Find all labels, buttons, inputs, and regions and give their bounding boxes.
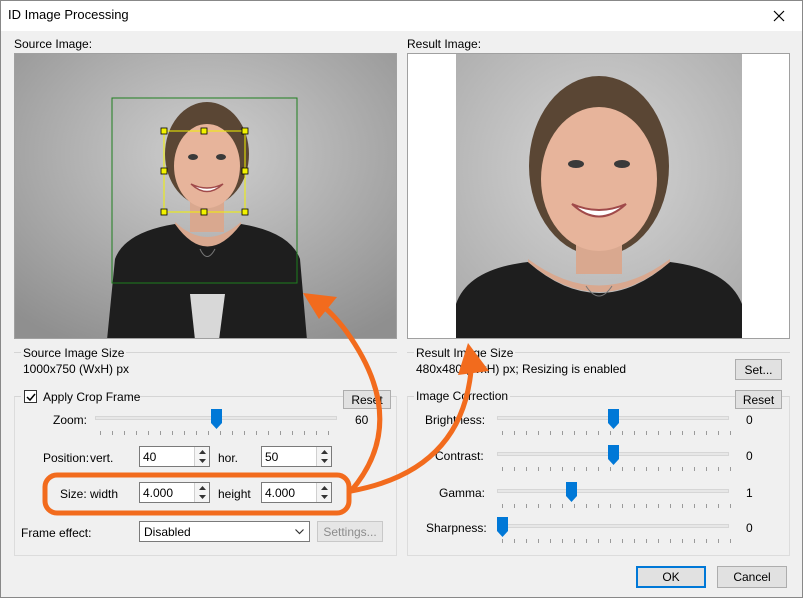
cancel-button[interactable]: Cancel [717, 566, 787, 588]
width-spinbox[interactable]: 4.000 [139, 482, 210, 503]
brightness-value: 0 [746, 413, 753, 427]
vert-spin-down[interactable] [195, 456, 209, 465]
slider-thumb-icon [497, 517, 508, 537]
height-spin-down[interactable] [317, 492, 331, 501]
zoom-value: 60 [355, 413, 369, 427]
hor-spin-arrows [316, 447, 331, 466]
hor-spin-up[interactable] [317, 447, 331, 456]
vert-label: vert. [90, 451, 114, 465]
settings-button[interactable]: Settings... [317, 521, 383, 542]
frame-effect-select[interactable]: Disabled [139, 521, 310, 542]
sharpness-label: Sharpness: [426, 521, 487, 535]
contrast-ticks [502, 467, 732, 471]
zoom-ticks [100, 431, 340, 435]
spin-down-icon [320, 494, 328, 499]
brightness-label: Brightness: [425, 413, 486, 427]
correction-reset-button[interactable]: Reset [735, 390, 782, 409]
width-value: 4.000 [143, 486, 174, 500]
sharpness-ticks [502, 539, 732, 543]
spin-down-icon [198, 494, 206, 499]
crop-checkbox-wrap[interactable]: Apply Crop Frame [21, 389, 140, 405]
source-image-label: Source Image: [14, 37, 93, 51]
width-spin-up[interactable] [195, 483, 209, 492]
spin-down-icon [320, 458, 328, 463]
result-size-text: 480x480 (WxH) px; Resizing is enabled [416, 362, 627, 376]
vert-spinbox[interactable]: 40 [139, 446, 210, 467]
hor-label: hor. [218, 451, 239, 465]
vert-spin-arrows [194, 447, 209, 466]
dialog-window: ID Image Processing Source Image: Result… [0, 0, 803, 598]
brightness-ticks [502, 431, 732, 435]
hor-spin-down[interactable] [317, 456, 331, 465]
source-size-group-title: Source Image Size [21, 346, 127, 360]
apply-crop-checkbox[interactable] [24, 390, 37, 403]
sharpness-slider-thumb[interactable] [497, 517, 508, 537]
height-spinbox[interactable]: 4.000 [261, 482, 332, 503]
zoom-slider-thumb[interactable] [211, 409, 222, 429]
vert-value: 40 [143, 450, 157, 464]
hor-spinbox[interactable]: 50 [261, 446, 332, 467]
checkmark-icon [25, 393, 36, 401]
source-image-view[interactable] [14, 53, 397, 339]
width-spin-down[interactable] [195, 492, 209, 501]
result-image-view [407, 53, 790, 339]
slider-thumb-icon [608, 409, 619, 429]
gamma-value: 1 [746, 486, 753, 500]
contrast-label: Contrast: [435, 449, 484, 463]
source-photo [15, 54, 396, 338]
height-spin-arrows [316, 483, 331, 502]
sharpness-value: 0 [746, 521, 753, 535]
spin-down-icon [198, 458, 206, 463]
gamma-slider-thumb[interactable] [566, 482, 578, 502]
sharpness-track[interactable] [497, 524, 729, 528]
close-icon [773, 10, 785, 22]
brightness-slider-thumb[interactable] [608, 409, 619, 429]
frame-effect-label: Frame effect: [21, 526, 92, 540]
spin-up-icon [320, 485, 328, 490]
slider-thumb-icon [608, 445, 619, 465]
position-label: Position: [43, 451, 90, 465]
width-spin-arrows [194, 483, 209, 502]
result-size-group-title: Result Image Size [414, 346, 516, 360]
width-label: width [90, 487, 119, 501]
gamma-label: Gamma: [439, 486, 486, 500]
height-label: height [218, 487, 251, 501]
gamma-track[interactable] [497, 489, 729, 493]
source-size-text: 1000x750 (WxH) px [23, 362, 130, 376]
chevron-down-icon [295, 529, 304, 535]
image-correction-title: Image Correction [414, 389, 511, 403]
ok-button[interactable]: OK [636, 566, 706, 588]
height-value: 4.000 [265, 486, 296, 500]
size-label: Size: [60, 487, 87, 501]
height-spin-up[interactable] [317, 483, 331, 492]
apply-crop-label: Apply Crop Frame [43, 390, 141, 404]
spin-up-icon [198, 485, 206, 490]
vert-spin-up[interactable] [195, 447, 209, 456]
hor-value: 50 [265, 450, 279, 464]
slider-thumb-icon [211, 409, 222, 429]
crop-reset-button[interactable]: Reset [343, 390, 391, 409]
contrast-slider-thumb[interactable] [608, 445, 619, 465]
spin-up-icon [198, 449, 206, 454]
result-image-label: Result Image: [407, 37, 482, 51]
spin-up-icon [320, 449, 328, 454]
slider-thumb-icon [566, 482, 578, 502]
contrast-value: 0 [746, 449, 753, 463]
zoom-label: Zoom: [53, 413, 88, 427]
gamma-ticks [502, 504, 732, 508]
set-button[interactable]: Set... [735, 359, 782, 380]
result-photo [456, 54, 742, 338]
window-title: ID Image Processing [8, 7, 129, 22]
close-button[interactable] [756, 1, 802, 31]
title-bar: ID Image Processing [1, 1, 802, 31]
frame-effect-value: Disabled [144, 525, 191, 539]
